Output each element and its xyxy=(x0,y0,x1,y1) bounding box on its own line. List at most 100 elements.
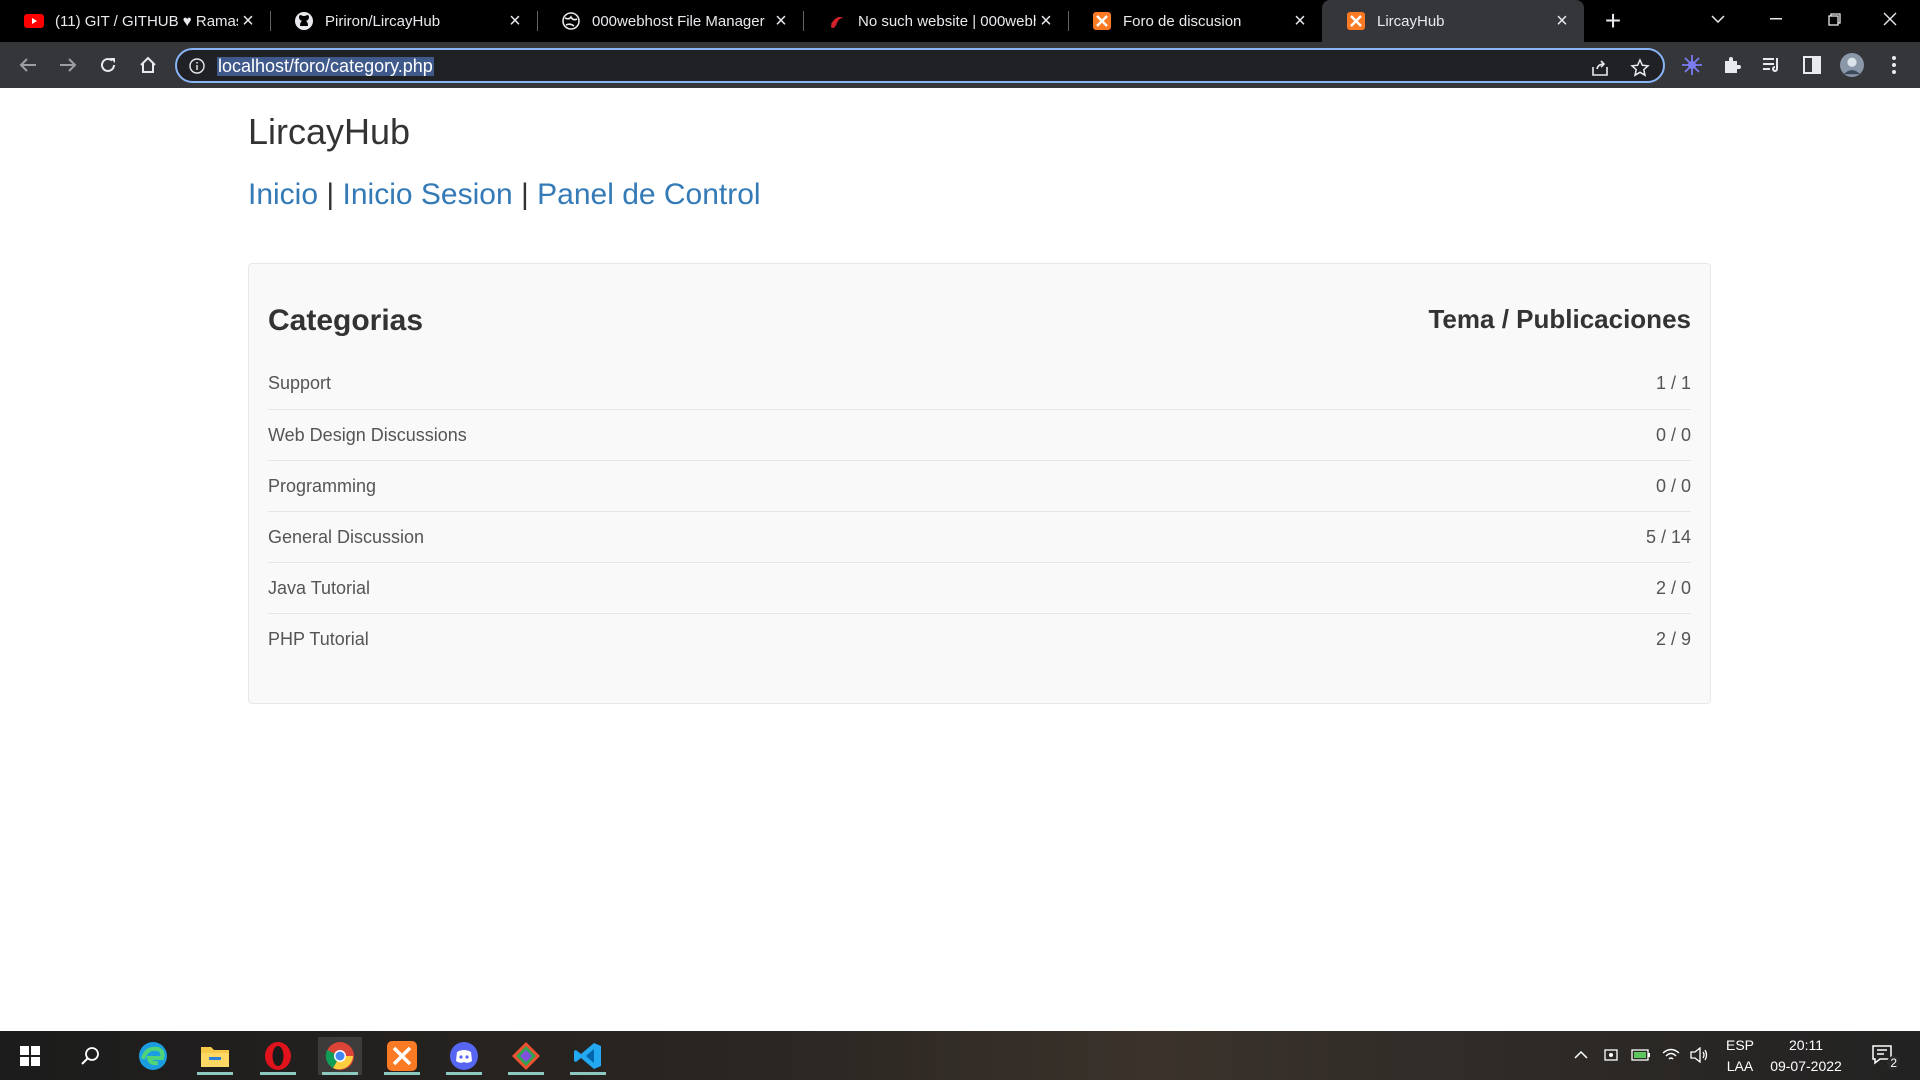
tab-title: 000webhost File Manager xyxy=(592,12,765,30)
category-row[interactable]: General Discussion 5 / 14 xyxy=(268,511,1691,562)
windows-taskbar: ESP LAA 20:11 09-07-2022 2 xyxy=(0,1031,1920,1080)
taskbar-chrome[interactable] xyxy=(318,1037,362,1075)
home-icon xyxy=(140,56,156,73)
restore-button[interactable] xyxy=(1806,0,1862,38)
tab-title: (11) GIT / GITHUB ♥ Ramas xyxy=(55,12,238,30)
git-icon xyxy=(512,1042,540,1070)
taskbar-xampp[interactable] xyxy=(380,1037,424,1075)
taskbar-discord[interactable] xyxy=(442,1037,486,1075)
extensions-puzzle-icon[interactable] xyxy=(1720,53,1744,77)
arrow-right-icon xyxy=(60,58,77,72)
minimize-icon xyxy=(1770,18,1782,20)
taskbar-vscode[interactable] xyxy=(566,1037,610,1075)
profile-avatar[interactable] xyxy=(1840,53,1864,77)
tab-title: Piriron/LircayHub xyxy=(325,12,441,30)
xampp-icon xyxy=(1346,11,1366,31)
home-button[interactable] xyxy=(132,49,164,81)
tab-no-such-website[interactable]: No such website | 000webh × xyxy=(803,0,1068,42)
minimize-button[interactable] xyxy=(1748,0,1804,38)
000webhost-icon xyxy=(827,11,847,31)
side-panel-icon[interactable] xyxy=(1800,53,1824,77)
nav-link-inicio[interactable]: Inicio xyxy=(248,178,318,211)
taskbar-edge[interactable] xyxy=(131,1037,175,1075)
category-row[interactable]: Java Tutorial 2 / 0 xyxy=(268,562,1691,613)
search-button[interactable] xyxy=(68,1037,112,1075)
github-icon xyxy=(294,11,314,31)
tab-youtube[interactable]: (11) GIT / GITHUB ♥ Ramas × xyxy=(0,0,270,42)
site-title: LircayHub xyxy=(248,111,411,152)
category-name[interactable]: Java Tutorial xyxy=(268,578,370,599)
tab-file-manager[interactable]: 000webhost File Manager × xyxy=(537,0,803,42)
category-row[interactable]: Programming 0 / 0 xyxy=(268,460,1691,511)
tab-lircayhub[interactable]: LircayHub × xyxy=(1322,0,1584,42)
category-row[interactable]: Web Design Discussions 0 / 0 xyxy=(268,409,1691,460)
close-window-button[interactable] xyxy=(1862,0,1918,38)
nav-link-inicio-sesion[interactable]: Inicio Sesion xyxy=(343,178,513,211)
category-row[interactable]: PHP Tutorial 2 / 9 xyxy=(268,613,1691,664)
menu-kebab-icon[interactable] xyxy=(1882,53,1906,77)
categories-heading: Categorias xyxy=(268,304,424,337)
star-icon[interactable] xyxy=(1629,57,1651,79)
close-icon[interactable]: × xyxy=(1552,10,1572,33)
close-icon[interactable]: × xyxy=(505,10,525,33)
meet-now-icon[interactable] xyxy=(1600,1044,1622,1066)
battery-icon[interactable] xyxy=(1630,1044,1652,1066)
close-icon[interactable]: × xyxy=(1036,10,1056,33)
new-tab-button[interactable]: + xyxy=(1596,4,1630,38)
category-count: 0 / 0 xyxy=(1655,424,1691,445)
address-bar[interactable]: localhost/foro/category.php xyxy=(175,48,1665,83)
tab-foro-de-discusion[interactable]: Foro de discusion × xyxy=(1068,0,1322,42)
category-name[interactable]: General Discussion xyxy=(268,527,424,548)
taskbar-file-explorer[interactable] xyxy=(193,1037,237,1075)
volume-icon[interactable] xyxy=(1688,1044,1710,1066)
category-count: 5 / 14 xyxy=(1645,526,1691,547)
close-icon[interactable]: × xyxy=(771,10,791,33)
notifications-button[interactable]: 2 xyxy=(1868,1042,1900,1070)
tab-github[interactable]: Piriron/LircayHub × xyxy=(270,0,537,42)
youtube-icon xyxy=(24,11,44,31)
xampp-icon xyxy=(387,1041,417,1071)
search-icon xyxy=(81,1047,99,1065)
url-text[interactable]: localhost/foro/category.php xyxy=(217,57,434,76)
reading-list-icon[interactable] xyxy=(1760,53,1784,77)
wifi-icon[interactable] xyxy=(1660,1044,1682,1066)
close-icon[interactable]: × xyxy=(238,10,258,33)
taskbar-opera[interactable] xyxy=(256,1037,300,1075)
category-name[interactable]: Web Design Discussions xyxy=(268,425,467,446)
category-count: 0 / 0 xyxy=(1655,475,1691,496)
reload-button[interactable] xyxy=(92,49,124,81)
discord-icon xyxy=(450,1042,478,1070)
tab-search-button[interactable] xyxy=(1690,0,1746,38)
category-name[interactable]: Support xyxy=(268,373,331,394)
main-nav: Inicio | Inicio Sesion | Panel de Contro… xyxy=(248,178,761,212)
tab-title: Foro de discusion xyxy=(1123,12,1242,30)
language-code: ESP xyxy=(1725,1037,1754,1053)
xampp-icon xyxy=(1092,11,1112,31)
site-info-icon[interactable] xyxy=(189,58,205,74)
extension-sparkle-icon[interactable] xyxy=(1680,53,1704,77)
chevron-up-icon[interactable] xyxy=(1570,1044,1592,1066)
notification-badge: 2 xyxy=(1887,1056,1900,1070)
category-count: 2 / 9 xyxy=(1655,628,1691,649)
category-name[interactable]: PHP Tutorial xyxy=(268,629,369,650)
start-button[interactable] xyxy=(8,1037,52,1075)
windows-logo-icon xyxy=(20,1046,40,1066)
back-button[interactable] xyxy=(12,49,44,81)
stats-heading: Tema / Publicaciones xyxy=(1428,304,1691,334)
category-name[interactable]: Programming xyxy=(268,476,376,497)
opera-icon xyxy=(265,1042,291,1070)
globe-icon xyxy=(561,11,581,31)
category-list: Support 1 / 1 Web Design Discussions 0 /… xyxy=(268,358,1691,664)
edge-icon xyxy=(139,1042,167,1070)
forward-button[interactable] xyxy=(52,49,84,81)
chevron-down-icon xyxy=(1711,15,1725,23)
share-icon[interactable] xyxy=(1589,57,1611,79)
language-indicator[interactable]: ESP LAA xyxy=(1716,1035,1764,1077)
nav-link-panel-de-control[interactable]: Panel de Control xyxy=(537,178,760,211)
taskbar-git-kraken[interactable] xyxy=(504,1037,548,1075)
close-icon[interactable]: × xyxy=(1290,10,1310,33)
clock[interactable]: 20:11 09-07-2022 xyxy=(1766,1035,1846,1077)
keyboard-layout: LAA xyxy=(1726,1058,1754,1074)
category-row[interactable]: Support 1 / 1 xyxy=(268,358,1691,409)
close-icon xyxy=(1883,12,1897,26)
